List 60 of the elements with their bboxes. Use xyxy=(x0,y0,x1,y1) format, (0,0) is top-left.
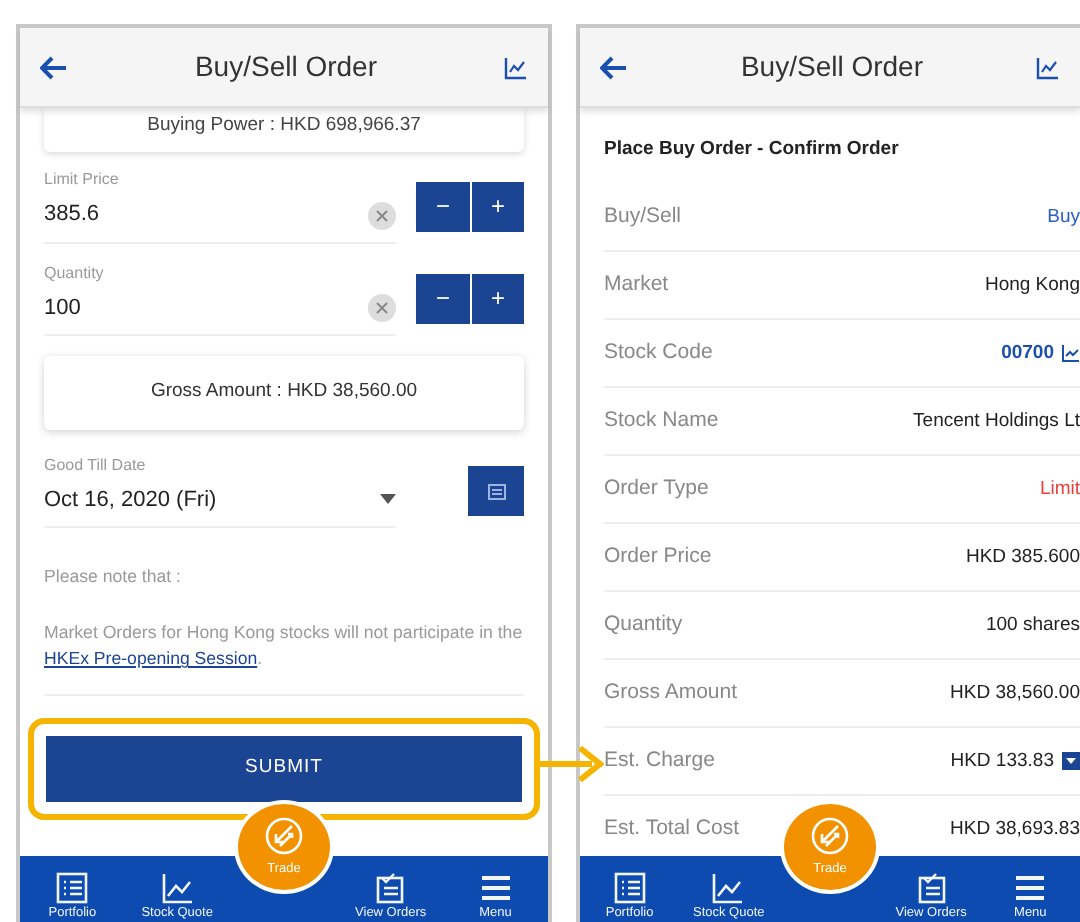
field-label: Quantity xyxy=(44,261,106,286)
row-value: HKD 133.83 xyxy=(950,747,1080,776)
field-label: Good Till Date xyxy=(44,453,148,477)
back-arrow-icon[interactable] xyxy=(600,55,628,79)
row-label: Est. Charge xyxy=(604,745,715,776)
row-label: Quantity xyxy=(604,609,683,640)
row-value: Tencent Holdings Lt xyxy=(913,407,1080,436)
input-field[interactable]: 100 xyxy=(44,285,396,337)
confirm-heading: Place Buy Order - Confirm Order xyxy=(604,136,901,164)
increment-button[interactable]: + xyxy=(470,274,524,324)
list-icon xyxy=(56,871,89,903)
row-label: Gross Amount xyxy=(604,677,738,708)
note-heading: Please note that : xyxy=(44,564,183,590)
checklist-icon xyxy=(374,871,407,903)
row-value: HKD 38,560.00 xyxy=(950,679,1080,708)
session-link[interactable]: HKEx Pre-opening Session xyxy=(44,648,258,669)
row-label: Stock Code xyxy=(604,337,713,368)
row-label: Order Type xyxy=(604,473,709,504)
caret-icon xyxy=(380,494,396,505)
swap-arrows-icon xyxy=(809,815,850,856)
row-label: Est. Total Cost xyxy=(604,813,740,844)
row-label: Market xyxy=(604,269,669,300)
calendar-button[interactable] xyxy=(468,465,524,516)
row-value: 100 shares xyxy=(985,611,1080,640)
checklist-icon xyxy=(915,871,948,903)
decrement-button[interactable]: − xyxy=(416,274,470,324)
chart-icon[interactable] xyxy=(503,55,528,79)
clear-icon[interactable] xyxy=(368,201,396,229)
field-label: Limit Price xyxy=(44,168,121,193)
decrement-button[interactable]: − xyxy=(416,181,470,231)
chart-icon xyxy=(1062,344,1080,363)
input-field[interactable]: 385.6 xyxy=(44,192,396,244)
row-value: Buy xyxy=(1047,203,1080,232)
row-value: Limit xyxy=(1039,475,1080,504)
chart-icon xyxy=(161,871,194,903)
row-value: HKD 38,693.83 xyxy=(950,815,1080,844)
increment-button[interactable]: + xyxy=(470,181,524,231)
row-value: Hong Kong xyxy=(984,271,1080,300)
gross-amount-card: Gross Amount : HKD 38,560.00 xyxy=(44,356,524,429)
chart-icon[interactable] xyxy=(1035,55,1060,79)
menu-icon xyxy=(1014,871,1047,903)
menu-icon xyxy=(479,871,512,903)
row-label: Buy/Sell xyxy=(604,201,682,232)
page-title: Buy/Sell Order xyxy=(194,50,378,84)
submit-button[interactable]: SUBMIT xyxy=(46,735,522,802)
dropdown-icon[interactable] xyxy=(1062,752,1080,771)
swap-arrows-icon xyxy=(263,815,304,856)
clear-icon[interactable] xyxy=(368,294,396,322)
note-text: Market Orders for Hong Kong stocks will not participate in the HKEx Pre-opening Session. xyxy=(44,619,524,696)
row-label: Order Price xyxy=(604,541,712,572)
row-value: HKD 385.600 xyxy=(965,543,1080,572)
back-arrow-icon[interactable] xyxy=(40,55,68,79)
buying-power-card: Buying Power : HKD 698,966.37 xyxy=(44,108,524,153)
row-label: Stock Name xyxy=(604,405,719,436)
date-dropdown[interactable]: Oct 16, 2020 (Fri) xyxy=(44,477,396,528)
calendar-icon xyxy=(487,481,505,500)
page-title: Buy/Sell Order xyxy=(740,50,924,84)
stock-code-link[interactable]: 00700 xyxy=(1001,339,1080,368)
chart-icon xyxy=(712,871,745,903)
list-icon xyxy=(613,871,646,903)
